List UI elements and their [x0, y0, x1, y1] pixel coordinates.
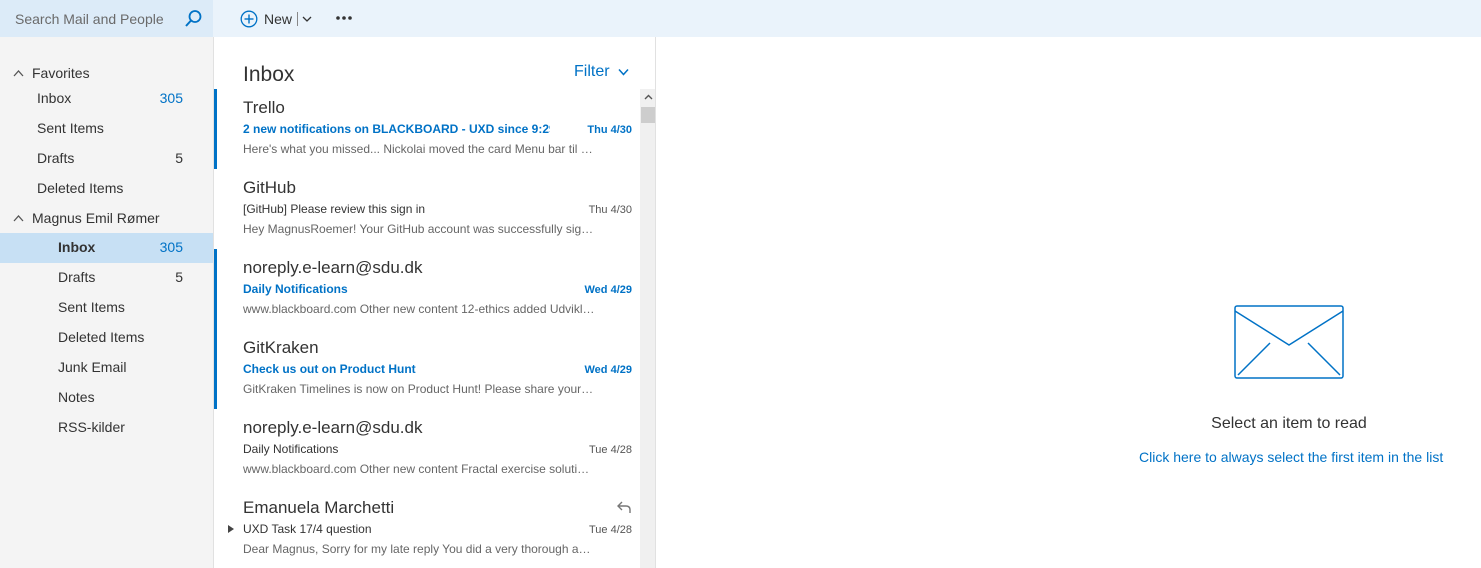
folder-label: Notes: [58, 389, 95, 405]
message-date: Tue 4/28: [588, 524, 632, 536]
expand-conversation-icon[interactable]: [228, 525, 234, 533]
favorite-item-deleted-items[interactable]: Deleted Items: [0, 174, 213, 204]
unread-count: 305: [159, 90, 183, 106]
message-preview: Here's what you missed... Nickolai moved…: [243, 142, 595, 156]
message-date: Thu 4/30: [587, 124, 632, 136]
folder-item-drafts[interactable]: Drafts 5: [0, 263, 213, 293]
item-count: 5: [175, 150, 183, 166]
reply-arrow-icon: [617, 501, 631, 513]
favorite-item-sent-items[interactable]: Sent Items: [0, 114, 213, 144]
plus-circle-icon: [240, 10, 258, 28]
chevron-up-icon: [13, 70, 24, 77]
message-subject: 2 new notifications on BLACKBOARD - UXD …: [243, 122, 550, 136]
message-item[interactable]: Trello 2 new notifications on BLACKBOARD…: [214, 89, 640, 169]
favorites-header[interactable]: Favorites: [0, 59, 213, 87]
search-input[interactable]: [0, 0, 213, 37]
list-title: Inbox: [243, 63, 295, 86]
message-sender: noreply.e-learn@sdu.dk: [243, 258, 423, 277]
filter-button[interactable]: Filter: [574, 63, 629, 81]
message-item[interactable]: noreply.e-learn@sdu.dk Daily Notificatio…: [214, 409, 640, 489]
reading-pane: Select an item to read Click here to alw…: [656, 37, 1481, 568]
account-header[interactable]: Magnus Emil Rømer: [0, 204, 213, 232]
account-label: Magnus Emil Rømer: [32, 210, 160, 226]
folder-label: Inbox: [37, 90, 72, 106]
folder-label: Sent Items: [58, 299, 125, 315]
message-item[interactable]: noreply.e-learn@sdu.dk Daily Notificatio…: [214, 249, 640, 329]
search-icon[interactable]: [184, 9, 203, 28]
caret-up-icon: [644, 94, 652, 100]
filter-label: Filter: [574, 63, 610, 80]
folder-label: Sent Items: [37, 120, 104, 136]
folder-pane: Favorites Inbox 305 Sent Items Drafts 5 …: [0, 37, 213, 568]
folder-item-rss-kilder[interactable]: RSS-kilder: [0, 413, 213, 443]
message-item[interactable]: Emanuela Marchetti UXD Task 17/4 questio…: [214, 489, 640, 568]
item-count: 5: [175, 269, 183, 285]
scroll-up-button[interactable]: [640, 89, 655, 105]
message-preview: Hey MagnusRoemer! Your GitHub account wa…: [243, 222, 595, 236]
folder-label: RSS-kilder: [58, 419, 125, 435]
message-subject: Daily Notifications: [243, 442, 339, 456]
message-item[interactable]: GitKraken Check us out on Product Hunt W…: [214, 329, 640, 409]
top-toolbar: New: [0, 0, 1481, 37]
message-subject: Daily Notifications: [243, 282, 348, 296]
message-preview: Dear Magnus, Sorry for my late reply You…: [243, 542, 595, 556]
folder-item-deleted-items[interactable]: Deleted Items: [0, 323, 213, 353]
message-date: Thu 4/30: [588, 204, 632, 216]
folder-item-junk-email[interactable]: Junk Email: [0, 353, 213, 383]
message-preview: www.blackboard.com Other new content 12-…: [243, 302, 595, 316]
unread-count: 305: [159, 239, 183, 255]
new-button-label: New: [264, 11, 293, 27]
folder-item-inbox[interactable]: Inbox 305: [0, 233, 213, 263]
message-date: Wed 4/29: [584, 364, 633, 376]
empty-reading-message: Select an item to read: [1211, 415, 1367, 432]
message-sender: GitHub: [243, 178, 296, 197]
message-item[interactable]: GitHub [GitHub] Please review this sign …: [214, 169, 640, 249]
new-button[interactable]: New: [240, 8, 313, 30]
folder-label: Inbox: [58, 239, 96, 255]
message-preview: GitKraken Timelines is now on Product Hu…: [243, 382, 595, 396]
folder-label: Drafts: [58, 269, 96, 285]
chevron-down-icon[interactable]: [301, 13, 313, 25]
message-subject: UXD Task 17/4 question: [243, 522, 372, 536]
envelope-icon: [1234, 305, 1344, 379]
folder-item-sent-items[interactable]: Sent Items: [0, 293, 213, 323]
favorite-item-inbox[interactable]: Inbox 305: [0, 84, 213, 114]
message-sender: GitKraken: [243, 338, 319, 357]
scroll-thumb[interactable]: [641, 107, 655, 123]
select-first-item-link[interactable]: Click here to always select the first it…: [1139, 449, 1443, 465]
folder-label: Deleted Items: [37, 180, 124, 196]
message-preview: www.blackboard.com Other new content Fra…: [243, 462, 595, 476]
chevron-down-icon: [618, 68, 629, 76]
message-sender: noreply.e-learn@sdu.dk: [243, 418, 423, 437]
message-date: Wed 4/29: [584, 284, 633, 296]
message-sender: Emanuela Marchetti: [243, 498, 395, 517]
message-subject: Check us out on Product Hunt: [243, 362, 416, 376]
message-subject: [GitHub] Please review this sign in: [243, 202, 426, 216]
search-box: [0, 0, 213, 37]
message-sender: Trello: [243, 98, 285, 117]
message-list-scrollbar[interactable]: [640, 89, 655, 568]
message-date: Tue 4/28: [588, 444, 632, 456]
folder-item-notes[interactable]: Notes: [0, 383, 213, 413]
ellipsis-icon[interactable]: [335, 12, 353, 24]
message-list: Inbox Filter Trello 2 new notifications …: [213, 37, 656, 568]
new-button-divider: [297, 12, 299, 26]
favorites-label: Favorites: [32, 65, 90, 81]
folder-label: Junk Email: [58, 359, 127, 375]
folder-label: Deleted Items: [58, 329, 145, 345]
chevron-up-icon: [13, 215, 24, 222]
folder-label: Drafts: [37, 150, 75, 166]
favorite-item-drafts[interactable]: Drafts 5: [0, 144, 213, 174]
